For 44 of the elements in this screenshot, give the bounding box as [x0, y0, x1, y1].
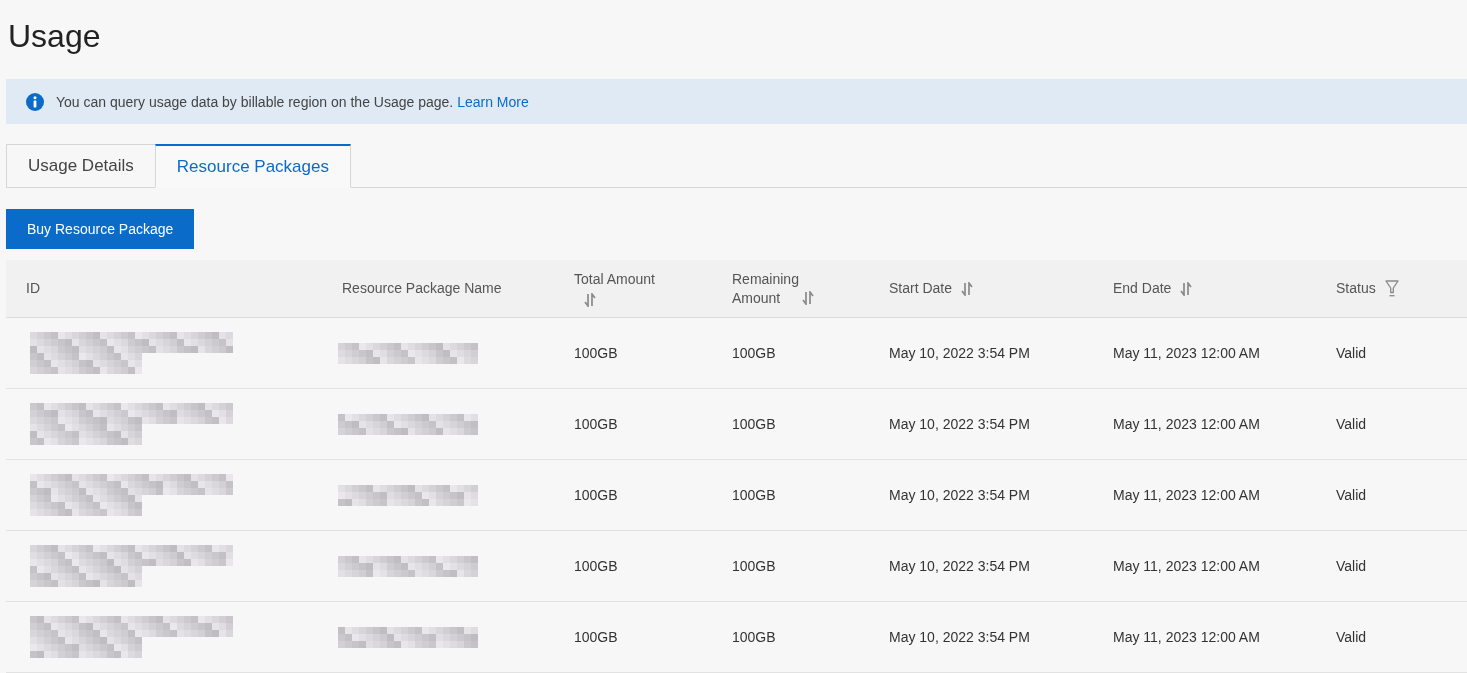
table-cell: May 11, 2023 12:00 AM — [1113, 345, 1260, 361]
sort-icon[interactable] — [1180, 281, 1193, 296]
table-cell: May 10, 2022 3:54 PM — [889, 345, 1030, 361]
notice-text: You can query usage data by billable region on the Usage page. Learn More — [56, 93, 529, 110]
column-header: End Date — [1113, 279, 1172, 298]
table-cell: May 10, 2022 3:54 PM — [889, 558, 1030, 574]
status-text: Valid — [1336, 345, 1367, 361]
tab[interactable]: Usage Details — [6, 144, 155, 188]
learn-more-link[interactable]: Learn More — [457, 93, 529, 110]
table-cell: 100GB — [732, 487, 776, 503]
table-cell: 100GB — [574, 345, 618, 361]
column-header: Resource Package Name — [342, 279, 502, 298]
table-cell: 100GB — [732, 629, 776, 645]
table-cell: May 10, 2022 3:54 PM — [889, 629, 1030, 645]
filter-icon[interactable] — [1384, 280, 1399, 297]
table-cell: May 11, 2023 12:00 AM — [1113, 629, 1260, 645]
status-text: Valid — [1336, 629, 1367, 645]
table-cell: May 11, 2023 12:00 AM — [1113, 416, 1260, 432]
page-title: Usage — [7, 17, 101, 56]
column-header: Status — [1336, 279, 1376, 298]
table-cell: May 11, 2023 12:00 AM — [1113, 558, 1260, 574]
table-cell: 100GB — [574, 487, 618, 503]
table-cell: 100GB — [732, 345, 776, 361]
table-cell: 100GB — [574, 416, 618, 432]
table-cell: 100GB — [574, 629, 618, 645]
column-header: Total Amount — [574, 270, 655, 289]
buy-button[interactable]: Buy Resource Package — [6, 209, 195, 249]
table-cell: May 11, 2023 12:00 AM — [1113, 487, 1260, 503]
table-cell: 100GB — [574, 558, 618, 574]
column-header: Remaining Amount — [732, 269, 799, 308]
table-cell: May 10, 2022 3:54 PM — [889, 487, 1030, 503]
column-header: Start Date — [889, 279, 953, 298]
table-cell: 100GB — [732, 416, 776, 432]
column-header: ID — [26, 279, 40, 298]
sort-icon[interactable] — [801, 290, 814, 305]
sort-icon[interactable] — [584, 293, 596, 307]
info-icon — [26, 92, 44, 111]
status-text: Valid — [1336, 487, 1367, 503]
tab[interactable]: Resource Packages — [154, 144, 351, 188]
table-cell: May 10, 2022 3:54 PM — [889, 416, 1030, 432]
table-cell: 100GB — [732, 558, 776, 574]
status-text: Valid — [1336, 416, 1367, 432]
sort-icon[interactable] — [961, 281, 974, 296]
status-text: Valid — [1336, 558, 1367, 574]
